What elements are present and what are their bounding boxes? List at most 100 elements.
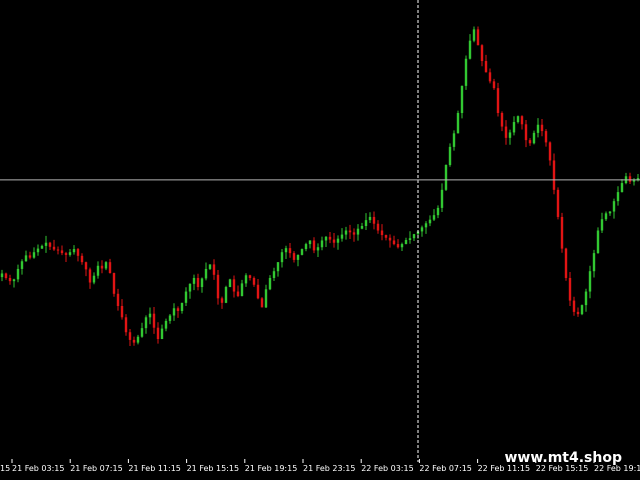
candle <box>296 254 300 267</box>
candle <box>92 272 96 285</box>
candle <box>588 265 592 299</box>
candle <box>208 264 212 271</box>
candle <box>596 227 600 254</box>
candle <box>168 313 172 324</box>
candle <box>196 273 200 291</box>
bull-candle-body <box>96 265 100 276</box>
bull-candle-body <box>224 287 228 303</box>
bull-candle-body <box>456 113 460 134</box>
candle <box>76 247 80 262</box>
bear-candle-body <box>392 240 396 245</box>
candle <box>272 267 276 281</box>
bull-candle-body <box>92 275 96 283</box>
bull-candle-body <box>324 236 328 241</box>
x-tick-label: 21 Feb 19:15 <box>245 464 297 473</box>
bull-candle-body <box>12 279 16 282</box>
x-tick-label: 22 Feb 03:15 <box>361 464 413 473</box>
bear-candle-body <box>548 142 552 161</box>
bear-candle-body <box>560 216 564 249</box>
candle <box>564 247 568 281</box>
candle <box>424 221 428 234</box>
candle <box>164 318 168 332</box>
bear-candle-body <box>500 113 504 127</box>
candle <box>568 272 572 306</box>
bear-candle-body <box>28 255 32 258</box>
bull-candle-body <box>184 291 188 303</box>
candle <box>600 212 604 234</box>
candle <box>148 307 152 325</box>
candle <box>268 275 272 291</box>
bull-candle-body <box>536 124 540 133</box>
candle <box>620 179 624 193</box>
bull-candle-body <box>204 268 208 279</box>
bear-candle-body <box>540 124 544 132</box>
bull-candle-body <box>40 245 44 249</box>
bull-candle-body <box>344 230 348 235</box>
bull-candle-body <box>140 328 144 337</box>
candle <box>464 55 468 90</box>
candle <box>136 334 140 345</box>
bear-candle-body <box>572 300 576 312</box>
x-tick-label: 22 Feb 07:15 <box>419 464 471 473</box>
candle <box>180 302 184 314</box>
candle <box>216 270 220 305</box>
bull-candle-body <box>168 315 172 321</box>
candle <box>336 235 340 250</box>
price-chart[interactable]: 15 21 Feb 03:15 21 Feb 07:15 21 Feb 11:15 21… <box>0 0 640 480</box>
candle <box>508 129 512 145</box>
bull-candle-body <box>460 85 464 113</box>
candle <box>80 253 84 265</box>
candle <box>188 283 192 299</box>
candle <box>528 138 532 146</box>
bear-candle-body <box>120 306 124 318</box>
bull-candle-body <box>436 207 440 216</box>
candle <box>496 82 500 117</box>
candle <box>572 296 576 316</box>
candle <box>36 244 40 256</box>
candle <box>448 143 452 167</box>
candle <box>224 285 228 304</box>
bear-candle-body <box>288 248 292 254</box>
crosshair <box>0 0 640 462</box>
candle <box>12 278 16 288</box>
bull-candle-body <box>164 320 168 329</box>
candle <box>628 172 632 184</box>
bear-candle-body <box>84 262 88 270</box>
candle <box>292 251 296 263</box>
candle <box>40 244 44 249</box>
chart-canvas[interactable]: 15 21 Feb 03:15 21 Feb 07:15 21 Feb 11:15 21… <box>0 0 640 480</box>
candle <box>84 261 88 277</box>
candle <box>120 299 124 320</box>
bull-candle-body <box>240 283 244 297</box>
bull-candle-body <box>440 189 444 208</box>
bear-candle-body <box>88 269 92 283</box>
bull-candle-body <box>444 164 448 190</box>
bear-candle-body <box>484 61 488 73</box>
candle <box>400 242 404 252</box>
bull-candle-body <box>304 244 308 250</box>
candle <box>72 245 76 255</box>
candle <box>28 251 32 260</box>
candle <box>300 248 304 256</box>
bear-candle-body <box>232 279 236 292</box>
candle <box>248 274 252 281</box>
candle <box>16 264 20 283</box>
candle <box>380 224 384 241</box>
bull-candle-body <box>412 234 416 239</box>
bull-candle-body <box>148 313 152 318</box>
bear-candle-body <box>76 249 80 256</box>
candle <box>88 267 92 289</box>
bull-candle-body <box>472 29 476 41</box>
bull-candle-body <box>44 242 48 246</box>
candle <box>316 243 320 257</box>
candle <box>456 110 460 134</box>
bull-candle-body <box>188 283 192 292</box>
candle <box>432 209 436 221</box>
candle <box>352 228 356 242</box>
bull-candle-body <box>276 262 280 272</box>
candle <box>244 273 248 287</box>
candle <box>328 232 332 244</box>
candle <box>116 288 120 311</box>
bear-candle-body <box>372 216 376 224</box>
bull-candle-body <box>0 273 4 278</box>
